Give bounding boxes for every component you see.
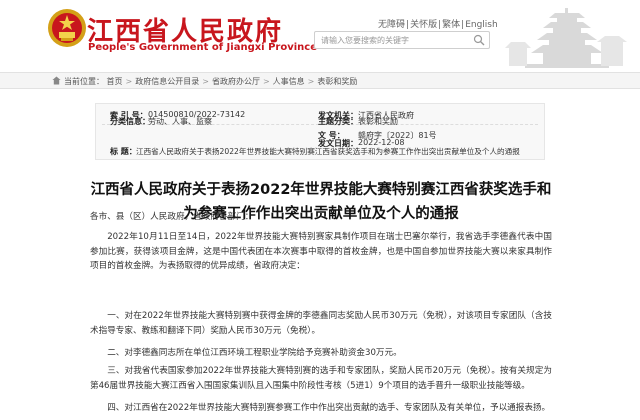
- subject-label: 标 题：: [110, 147, 137, 156]
- article-paragraph: 四、对江西省在2022年世界技能大赛特别赛参赛工作中作出突出贡献的选手、专家团队…: [107, 403, 551, 413]
- meta-row: 分类信息： 劳动、人事、监察 主题分类： 表彰和奖励: [96, 116, 544, 129]
- top-links: 无障碍|关怀版|繁体|English: [378, 20, 498, 30]
- theme-label: 主题分类：: [318, 117, 358, 126]
- theme-value: 表彰和奖励: [358, 117, 398, 126]
- breadcrumb: 当前位置： 首页 > 政府信息公开目录 > 省政府办公厅 > 人事信息 > 表彰和奖励: [52, 76, 357, 87]
- category-label: 分类信息：: [110, 117, 150, 126]
- site-subtitle: People's Government of Jiangxi Province: [88, 42, 317, 53]
- breadcrumb-item-office[interactable]: 省政府办公厅: [212, 77, 260, 86]
- subject-value: 江西省人民政府关于表扬2022年世界技能大赛特别赛江西省获奖选手和为参赛工作作出…: [136, 147, 520, 156]
- article-paragraph: 2022年10月11日至14日，2022年世界技能大赛特别赛家具制作项目在瑞士巴…: [90, 232, 552, 271]
- breadcrumb-bar: 当前位置： 首页 > 政府信息公开目录 > 省政府办公厅 > 人事信息 > 表彰和奖励: [0, 72, 640, 89]
- link-traditional[interactable]: 繁体: [442, 20, 460, 30]
- category-value: 劳动、人事、监察: [148, 117, 212, 126]
- article-paragraph: 一、对在2022年世界技能大赛特别赛中获得金牌的李德鑫同志奖励人民币30万元（免…: [90, 311, 552, 336]
- search-icon[interactable]: [473, 34, 485, 46]
- link-accessibility[interactable]: 无障碍: [378, 20, 405, 30]
- article-salutation: 各市、县（区）人民政府，省政府各部门：: [90, 212, 254, 222]
- breadcrumb-separator: >: [307, 77, 315, 86]
- article-paragraph: 二、对李德鑫同志所在单位江西环境工程职业学院给予竞赛补助资金30万元。: [107, 348, 402, 358]
- search-input[interactable]: 请输入您要搜索的关键字: [314, 31, 490, 49]
- article-paragraph: 三、对我省代表国家参加2022年世界技能大赛特别赛的选手和专家团队，奖励人民币2…: [90, 366, 552, 391]
- document-meta-panel: 索 引 号： 014500810/2022-73142 发文机关： 江西省人民政…: [95, 103, 545, 160]
- pavilion-illustration: [505, 8, 627, 68]
- national-emblem-icon: [48, 9, 86, 47]
- link-english[interactable]: English: [465, 20, 498, 30]
- breadcrumb-item-catalog[interactable]: 政府信息公开目录: [135, 77, 199, 86]
- breadcrumb-item-awards[interactable]: 表彰和奖励: [317, 77, 357, 86]
- breadcrumb-label: 当前位置：: [64, 77, 104, 86]
- site-header: 江西省人民政府 People's Government of Jiangxi P…: [0, 0, 640, 70]
- breadcrumb-item-home[interactable]: 首页: [107, 77, 123, 86]
- breadcrumb-item-personnel[interactable]: 人事信息: [273, 77, 305, 86]
- breadcrumb-separator: >: [262, 77, 270, 86]
- meta-row: 标 题： 江西省人民政府关于表扬2022年世界技能大赛特别赛江西省获奖选手和为参…: [96, 146, 544, 159]
- breadcrumb-separator: >: [125, 77, 133, 86]
- home-icon: [52, 76, 61, 85]
- breadcrumb-separator: >: [202, 77, 209, 86]
- search-placeholder: 请输入您要搜索的关键字: [321, 36, 409, 45]
- link-care-mode[interactable]: 关怀版: [410, 20, 437, 30]
